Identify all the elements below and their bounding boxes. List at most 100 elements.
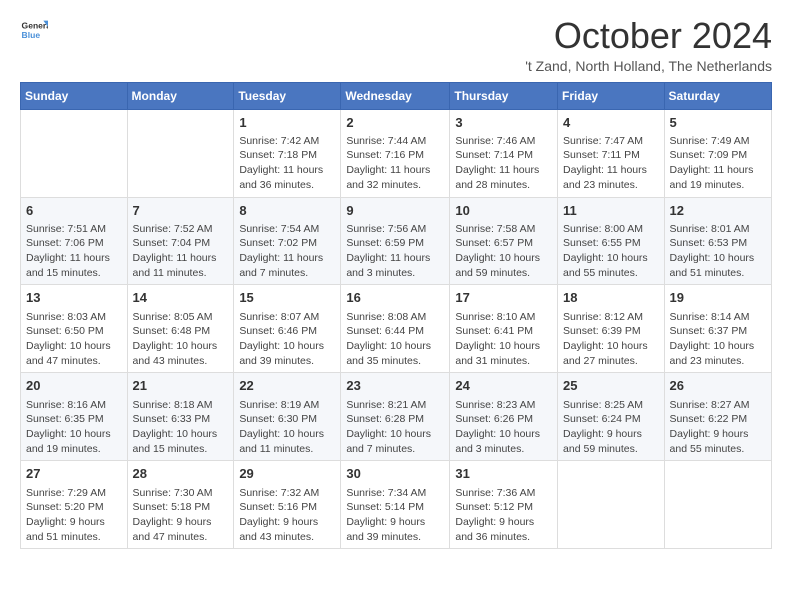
calendar-cell: 31Sunrise: 7:36 AMSunset: 5:12 PMDayligh… — [450, 461, 558, 549]
daylight: Daylight: 10 hours and 47 minutes. — [26, 340, 111, 367]
sunset: Sunset: 7:18 PM — [239, 149, 317, 161]
day-number: 2 — [346, 114, 444, 132]
calendar-cell: 9Sunrise: 7:56 AMSunset: 6:59 PMDaylight… — [341, 197, 450, 285]
calendar-cell — [664, 461, 771, 549]
calendar-cell: 28Sunrise: 7:30 AMSunset: 5:18 PMDayligh… — [127, 461, 234, 549]
calendar-cell: 13Sunrise: 8:03 AMSunset: 6:50 PMDayligh… — [21, 285, 128, 373]
header-saturday: Saturday — [664, 82, 771, 109]
daylight: Daylight: 10 hours and 19 minutes. — [26, 428, 111, 455]
day-number: 11 — [563, 202, 659, 220]
calendar-cell: 15Sunrise: 8:07 AMSunset: 6:46 PMDayligh… — [234, 285, 341, 373]
day-number: 5 — [670, 114, 766, 132]
day-number: 30 — [346, 465, 444, 483]
sunset: Sunset: 6:46 PM — [239, 325, 317, 337]
calendar-cell: 1Sunrise: 7:42 AMSunset: 7:18 PMDaylight… — [234, 109, 341, 197]
day-number: 22 — [239, 377, 335, 395]
sunrise: Sunrise: 8:16 AM — [26, 399, 106, 411]
daylight: Daylight: 10 hours and 3 minutes. — [455, 428, 540, 455]
day-number: 25 — [563, 377, 659, 395]
daylight: Daylight: 11 hours and 15 minutes. — [26, 252, 110, 279]
day-info: Sunrise: 7:29 AMSunset: 5:20 PMDaylight:… — [26, 486, 122, 545]
sunrise: Sunrise: 7:54 AM — [239, 223, 319, 235]
day-info: Sunrise: 7:56 AM Sunset: 6:59 PM Daylight:… — [346, 222, 444, 281]
sunset: Sunset: 6:57 PM — [455, 237, 533, 249]
sunset: Sunset: 6:59 PM — [346, 237, 424, 249]
sunset: Sunset: 6:28 PM — [346, 413, 424, 425]
day-info: Sunrise: 8:00 AMSunset: 6:55 PMDaylight:… — [563, 222, 659, 281]
sunset: Sunset: 6:53 PM — [670, 237, 748, 249]
sunset: Sunset: 7:02 PM — [239, 237, 317, 249]
sunrise: Sunrise: 7:56 AM — [346, 223, 426, 235]
sunset: Sunset: 6:33 PM — [133, 413, 211, 425]
day-info: Sunrise: 8:23 AM Sunset: 6:26 PM Daylight:… — [455, 398, 552, 457]
sunrise: Sunrise: 7:49 AM — [670, 135, 750, 147]
sunrise: Sunrise: 8:23 AM — [455, 399, 535, 411]
calendar-cell: 8Sunrise: 7:54 AMSunset: 7:02 PMDaylight… — [234, 197, 341, 285]
sunrise: Sunrise: 7:51 AM — [26, 223, 106, 235]
day-number: 3 — [455, 114, 552, 132]
month-title: October 2024 — [525, 16, 772, 56]
day-number: 10 — [455, 202, 552, 220]
sunrise: Sunrise: 7:44 AM — [346, 135, 426, 147]
sunset: Sunset: 7:14 PM — [455, 149, 533, 161]
day-info: Sunrise: 7:47 AMSunset: 7:11 PMDaylight:… — [563, 134, 659, 193]
day-info: Sunrise: 8:10 AMSunset: 6:41 PMDaylight:… — [455, 310, 552, 369]
sunrise: Sunrise: 8:00 AM — [563, 223, 643, 235]
logo-icon: General Blue — [20, 16, 48, 44]
sunset: Sunset: 6:30 PM — [239, 413, 317, 425]
sunset: Sunset: 7:11 PM — [563, 149, 640, 161]
daylight: Daylight: 10 hours and 59 minutes. — [455, 252, 540, 279]
sunset: Sunset: 6:37 PM — [670, 325, 748, 337]
sunset: Sunset: 5:20 PM — [26, 501, 104, 513]
sunrise: Sunrise: 7:29 AM — [26, 487, 106, 499]
calendar-cell: 21 Sunrise: 8:18 AM Sunset: 6:33 PM Dayligh… — [127, 373, 234, 461]
sunset: Sunset: 5:14 PM — [346, 501, 424, 513]
sunrise: Sunrise: 7:52 AM — [133, 223, 213, 235]
svg-text:Blue: Blue — [22, 30, 41, 40]
daylight: Daylight: 11 hours and 3 minutes. — [346, 252, 430, 279]
day-info: Sunrise: 7:44 AMSunset: 7:16 PMDaylight:… — [346, 134, 444, 193]
location: 't Zand, North Holland, The Netherlands — [525, 58, 772, 74]
daylight: Daylight: 11 hours and 19 minutes. — [670, 164, 754, 191]
day-info: Sunrise: 7:46 AMSunset: 7:14 PMDaylight:… — [455, 134, 552, 193]
header-thursday: Thursday — [450, 82, 558, 109]
calendar-cell: 20Sunrise: 8:16 AMSunset: 6:35 PMDayligh… — [21, 373, 128, 461]
daylight: Daylight: 9 hours and 55 minutes. — [670, 428, 749, 455]
sunset: Sunset: 7:04 PM — [133, 237, 211, 249]
day-info: Sunrise: 8:14 AMSunset: 6:37 PMDaylight:… — [670, 310, 766, 369]
daylight: Daylight: 10 hours and 43 minutes. — [133, 340, 218, 367]
day-info: Sunrise: 8:18 AM Sunset: 6:33 PM Daylight:… — [133, 398, 229, 457]
day-info: Sunrise: 8:08 AMSunset: 6:44 PMDaylight:… — [346, 310, 444, 369]
day-number: 31 — [455, 465, 552, 483]
day-number: 19 — [670, 289, 766, 307]
calendar-cell: 14Sunrise: 8:05 AMSunset: 6:48 PMDayligh… — [127, 285, 234, 373]
daylight: Daylight: 10 hours and 15 minutes. — [133, 428, 218, 455]
calendar-week-row: 1Sunrise: 7:42 AMSunset: 7:18 PMDaylight… — [21, 109, 772, 197]
calendar-cell: 23Sunrise: 8:21 AMSunset: 6:28 PMDayligh… — [341, 373, 450, 461]
calendar-cell: 5Sunrise: 7:49 AMSunset: 7:09 PMDaylight… — [664, 109, 771, 197]
day-info: Sunrise: 8:27 AMSunset: 6:22 PMDaylight:… — [670, 398, 766, 457]
sunrise: Sunrise: 7:30 AM — [133, 487, 213, 499]
day-info: Sunrise: 8:12 AMSunset: 6:39 PMDaylight:… — [563, 310, 659, 369]
day-info: Sunrise: 8:07 AMSunset: 6:46 PMDaylight:… — [239, 310, 335, 369]
daylight: Daylight: 10 hours and 39 minutes. — [239, 340, 324, 367]
calendar-cell — [21, 109, 128, 197]
sunset: Sunset: 6:26 PM — [455, 413, 533, 425]
sunrise: Sunrise: 8:03 AM — [26, 311, 106, 323]
sunrise: Sunrise: 8:18 AM — [133, 399, 213, 411]
calendar-page: General Blue October 2024 't Zand, North… — [0, 0, 792, 565]
day-number: 21 — [133, 377, 229, 395]
calendar-cell: 19 Sunrise: 8:14 AMSunset: 6:37 PMDayligh… — [664, 285, 771, 373]
sunset: Sunset: 5:12 PM — [455, 501, 533, 513]
day-info: Sunrise: 7:54 AMSunset: 7:02 PMDaylight:… — [239, 222, 335, 281]
header: General Blue October 2024 't Zand, North… — [20, 16, 772, 74]
daylight: Daylight: 11 hours and 28 minutes. — [455, 164, 539, 191]
header-sunday: Sunday — [21, 82, 128, 109]
day-number: 1 — [239, 114, 335, 132]
header-monday: Monday — [127, 82, 234, 109]
day-number: 4 — [563, 114, 659, 132]
day-number: 20 — [26, 377, 122, 395]
daylight: Daylight: 9 hours and 39 minutes. — [346, 516, 425, 543]
sunrise: Sunrise: 8:27 AM — [670, 399, 750, 411]
sunset: Sunset: 6:24 PM — [563, 413, 641, 425]
